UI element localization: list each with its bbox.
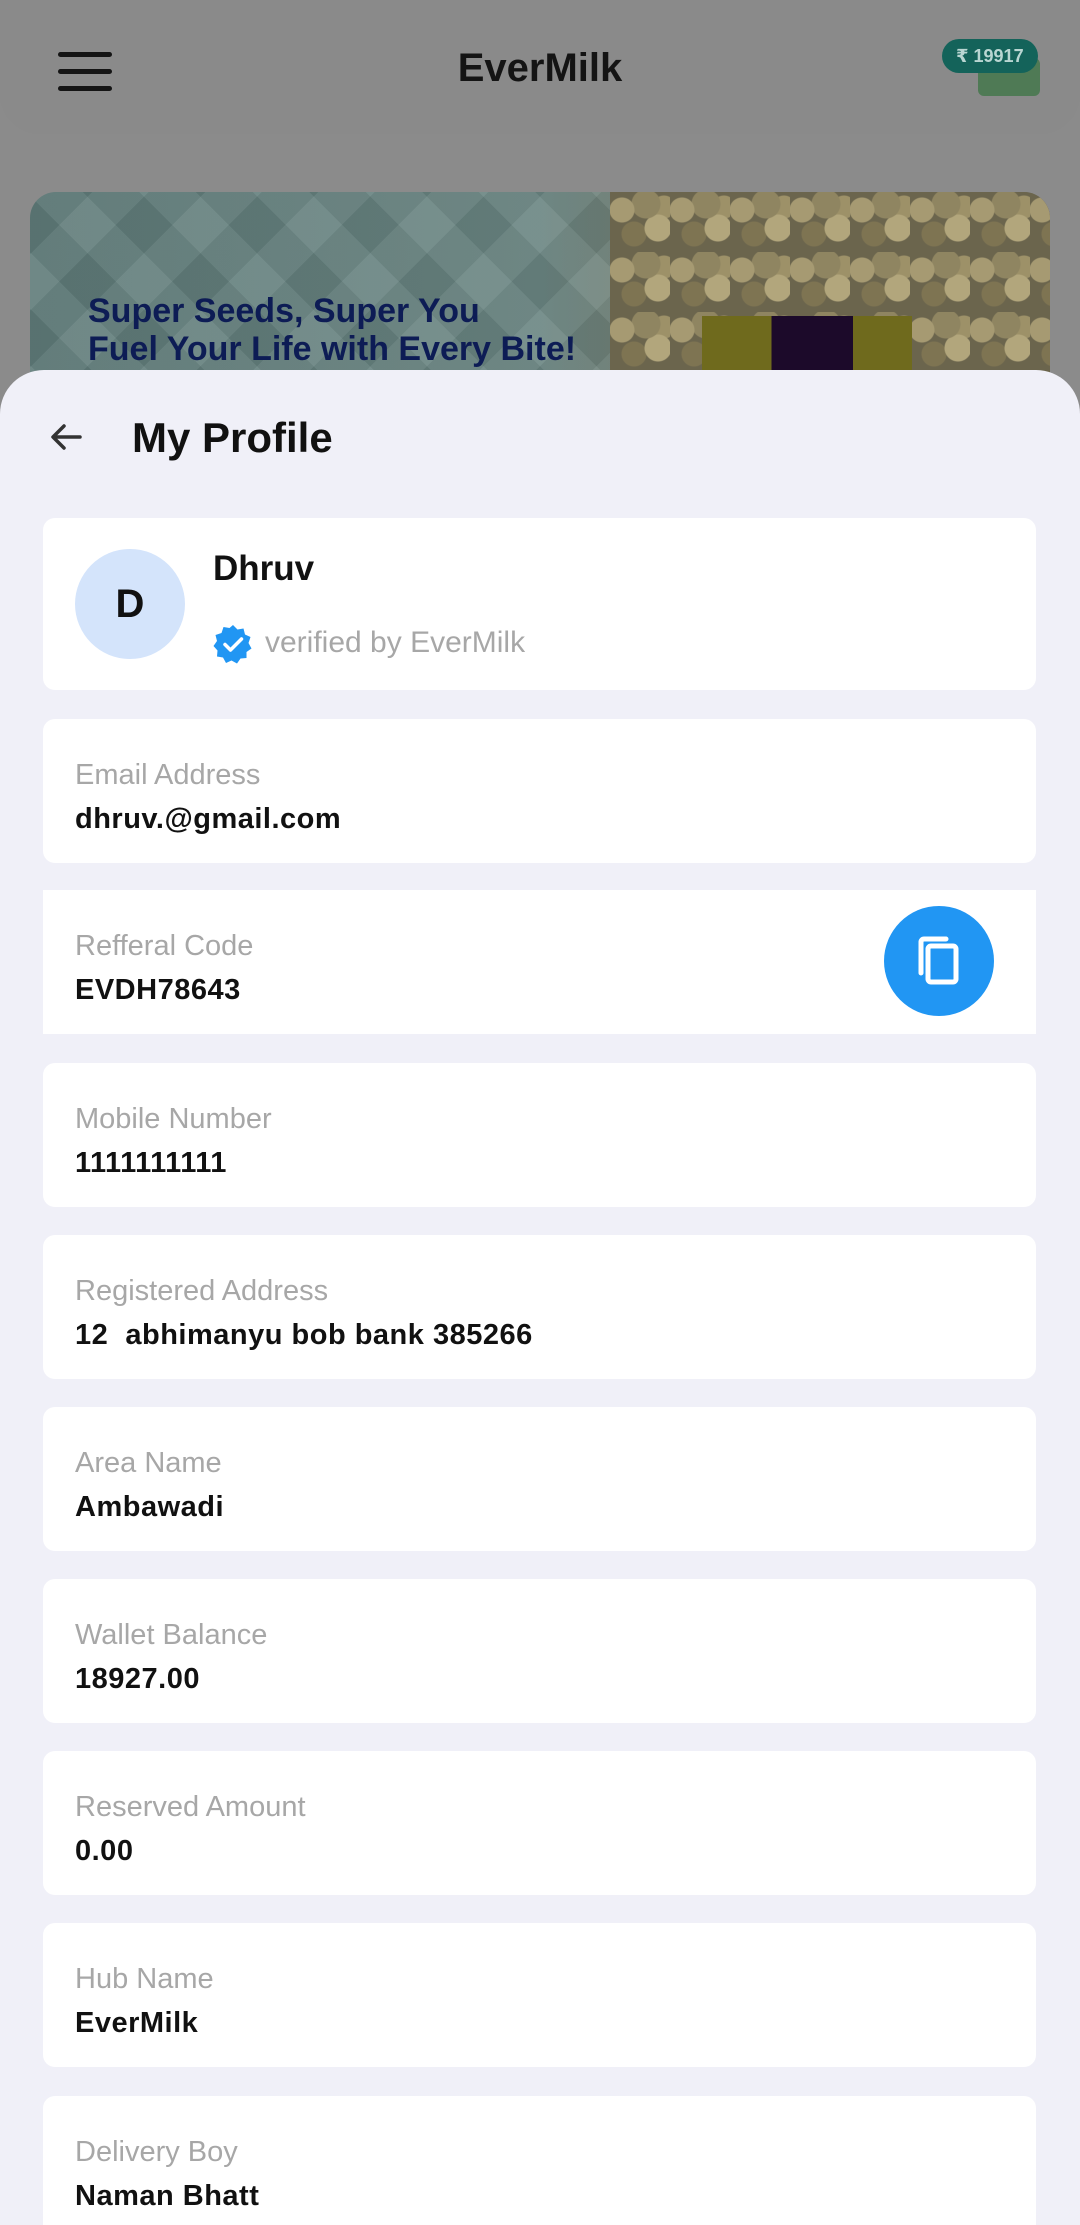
wallet-balance-field: Wallet Balance 18927.00 — [43, 1579, 1036, 1723]
email-field: Email Address dhruv.@gmail.com — [43, 719, 1036, 863]
copy-button[interactable] — [884, 906, 994, 1016]
registered-address-label: Registered Address — [75, 1275, 329, 1307]
wallet-balance-value: 18927.00 — [75, 1663, 200, 1695]
area-name-field: Area Name Ambawadi — [43, 1407, 1036, 1551]
reserved-amount-value: 0.00 — [75, 1835, 134, 1867]
verified-label: verified by EverMilk — [265, 626, 526, 659]
avatar: D — [75, 549, 185, 659]
email-value: dhruv.@gmail.com — [75, 803, 342, 835]
email-label: Email Address — [75, 759, 261, 791]
profile-sheet: My Profile D Dhruv verified by EverMilk … — [0, 370, 1080, 2225]
copy-icon — [918, 936, 959, 985]
banner-tagline: Super Seeds, Super You Fuel Your Life wi… — [88, 292, 576, 368]
profile-card: D Dhruv verified by EverMilk — [43, 518, 1036, 690]
mobile-number-value: 1111111111 — [75, 1147, 227, 1179]
delivery-boy-field: Delivery Boy Naman Bhatt — [43, 2096, 1036, 2225]
page-title: My Profile — [132, 414, 333, 461]
hub-name-value: EverMilk — [75, 2007, 199, 2039]
delivery-boy-label: Delivery Boy — [75, 2136, 238, 2168]
app-header: EverMilk ₹ 19917 — [0, 0, 1080, 134]
area-name-label: Area Name — [75, 1447, 222, 1479]
reserved-amount-label: Reserved Amount — [75, 1791, 306, 1823]
banner-tagline-line2: Fuel Your Life with Every Bite! — [88, 330, 577, 368]
registered-address-value: 12 abhimanyu bob bank 385266 — [75, 1319, 533, 1351]
app-title: EverMilk — [457, 46, 623, 90]
referral-code-label: Refferal Code — [75, 930, 254, 962]
referral-code-field: Refferal Code EVDH78643 — [43, 890, 1036, 1034]
hub-name-label: Hub Name — [75, 1963, 214, 1995]
reserved-amount-field: Reserved Amount 0.00 — [43, 1751, 1036, 1895]
mobile-number-label: Mobile Number — [75, 1103, 272, 1135]
registered-address-field: Registered Address 12 abhimanyu bob bank… — [43, 1235, 1036, 1379]
delivery-boy-value: Naman Bhatt — [75, 2180, 260, 2212]
wallet-balance-badge[interactable]: ₹ 19917 — [942, 39, 1038, 73]
user-name: Dhruv — [213, 549, 315, 588]
verified-badge-icon — [213, 624, 253, 664]
arrow-left-icon[interactable] — [44, 415, 88, 459]
hub-name-field: Hub Name EverMilk — [43, 1923, 1036, 2067]
area-name-value: Ambawadi — [75, 1491, 225, 1523]
wallet-balance-label: Wallet Balance — [75, 1619, 268, 1651]
referral-code-value: EVDH78643 — [75, 974, 241, 1006]
banner-tagline-line1: Super Seeds, Super You — [88, 292, 480, 330]
mobile-number-field: Mobile Number 1111111111 — [43, 1063, 1036, 1207]
